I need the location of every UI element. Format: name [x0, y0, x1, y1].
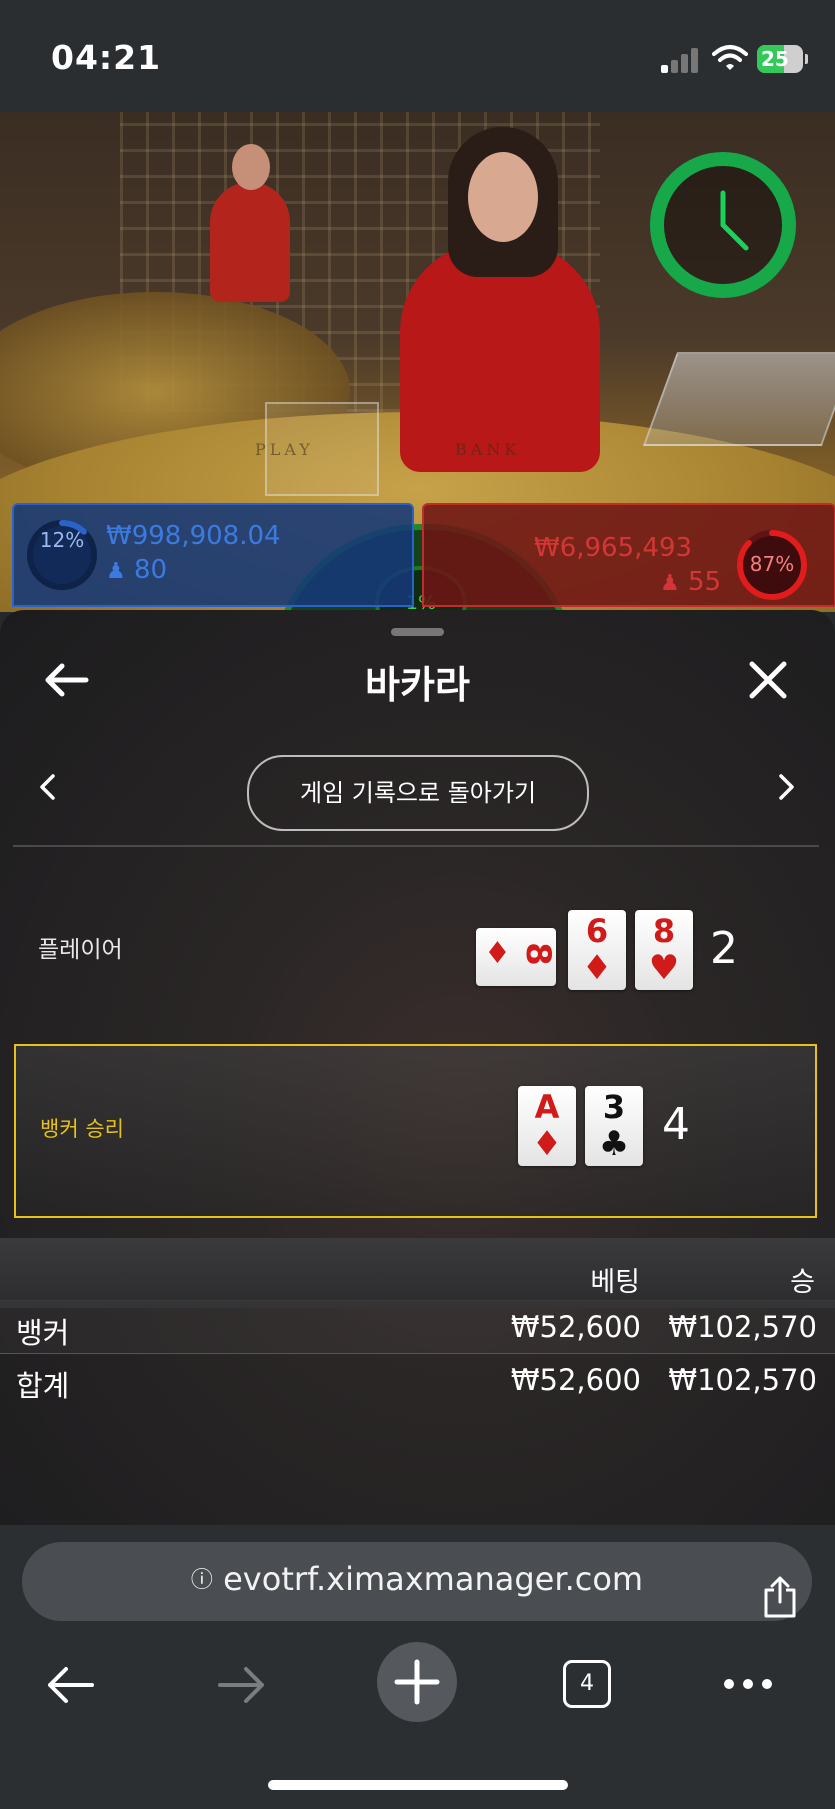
banker-row-label: 뱅커 승리 [40, 1117, 124, 1141]
plus-icon [394, 1659, 440, 1705]
more-icon[interactable] [722, 1677, 774, 1691]
card-rank: 8 [518, 942, 559, 966]
url-value: evotrf.ximaxmanager.com [223, 1560, 644, 1598]
sheet-drag-handle[interactable] [391, 628, 444, 636]
row-win: ₩102,570 [668, 1363, 817, 1397]
player-percent: 12% [39, 528, 85, 552]
player-bet-amount: ₩998,908.04 [106, 521, 281, 551]
banker-count: ♟ 55 [660, 567, 721, 597]
banker-card-2: 3 ♣ [585, 1086, 643, 1166]
table-text-banker: BANK [455, 440, 521, 459]
banker-score: 4 [662, 1099, 690, 1150]
share-icon[interactable] [762, 1576, 798, 1620]
player-count-value: 80 [134, 555, 168, 585]
sheet-title: 바카라 [365, 663, 470, 707]
player-card-2: 6 ♦ [568, 910, 626, 990]
table-row-total: 합계 ₩52,600 ₩102,570 [0, 1354, 835, 1406]
player-count: ♟ 80 [106, 555, 167, 585]
row-win: ₩102,570 [668, 1310, 817, 1344]
table-text-player: PLAY [255, 440, 314, 459]
row-label: 합계 [16, 1369, 70, 1403]
row-label: 뱅커 [16, 1316, 70, 1350]
game-history-sheet: 바카라 게임 기록으로 돌아가기 플레이어 ♦ 8 6 ♦ 8 ♥ 2 뱅커 승… [0, 610, 835, 1525]
win-column-header: 승 [790, 1267, 815, 1298]
chevron-left-icon[interactable] [36, 772, 60, 802]
banker-card-1: A ♦ [518, 1086, 576, 1166]
divider [13, 845, 819, 847]
close-icon[interactable] [746, 658, 790, 702]
player-bet-area[interactable]: 12% ₩998,908.04 ♟ 80 [12, 503, 414, 607]
row-bet: ₩52,600 [510, 1310, 641, 1344]
browser-toolbar: ⓘ evotrf.ximaxmanager.com 4 [0, 1525, 835, 1809]
banker-count-value: 55 [688, 567, 722, 597]
forward-arrow-icon[interactable] [216, 1665, 268, 1705]
card-suit: ♣ [598, 1124, 630, 1164]
info-icon: ⓘ [190, 1568, 213, 1593]
card-rank: 6 [585, 912, 609, 950]
person-icon: ♟ [106, 559, 126, 584]
bet-column-header: 베팅 [590, 1267, 640, 1298]
dealer [400, 127, 600, 472]
chevron-right-icon[interactable] [774, 772, 798, 802]
background-dealer [210, 144, 290, 302]
new-tab-button[interactable] [377, 1642, 457, 1722]
countdown-timer-icon [650, 152, 796, 298]
url-text[interactable]: ⓘ evotrf.ximaxmanager.com [22, 1560, 812, 1598]
back-to-history-button[interactable]: 게임 기록으로 돌아가기 [247, 755, 589, 831]
banker-percent: 87% [749, 552, 795, 576]
person-icon: ♟ [660, 571, 680, 596]
tabs-button[interactable]: 4 [563, 1660, 611, 1708]
card-suit: ♦ [581, 948, 613, 988]
player-card-3: 8 ♥ [635, 910, 693, 990]
player-card-1: ♦ 8 [476, 928, 559, 986]
cellular-signal-icon [661, 47, 701, 73]
status-bar: 04:21 25 [0, 0, 835, 112]
table-row: 뱅커 ₩52,600 ₩102,570 [0, 1300, 835, 1354]
address-bar[interactable]: ⓘ evotrf.ximaxmanager.com [22, 1542, 812, 1621]
bet-table-header: 베팅 승 [0, 1238, 835, 1308]
card-suit: ♥ [648, 948, 680, 988]
row-bet: ₩52,600 [510, 1363, 641, 1397]
player-score: 2 [710, 923, 738, 974]
card-shoe [642, 352, 835, 446]
player-row-label: 플레이어 [38, 937, 123, 963]
banker-result-row [14, 1044, 817, 1218]
back-arrow-icon[interactable] [44, 1665, 96, 1705]
card-suit: ♦ [484, 936, 511, 971]
card-suit: ♦ [531, 1124, 563, 1164]
home-indicator[interactable] [268, 1780, 568, 1790]
wifi-icon [712, 45, 748, 70]
card-rank: 3 [602, 1088, 626, 1126]
banker-bet-amount: ₩6,965,493 [534, 533, 693, 563]
status-time: 04:21 [51, 38, 162, 77]
card-rank: A [534, 1088, 560, 1126]
battery-level: 25 [761, 47, 789, 71]
card-rank: 8 [652, 912, 676, 950]
battery-icon: 25 [757, 45, 808, 73]
banker-bet-area[interactable]: ₩6,965,493 ♟ 55 87% [422, 503, 835, 607]
